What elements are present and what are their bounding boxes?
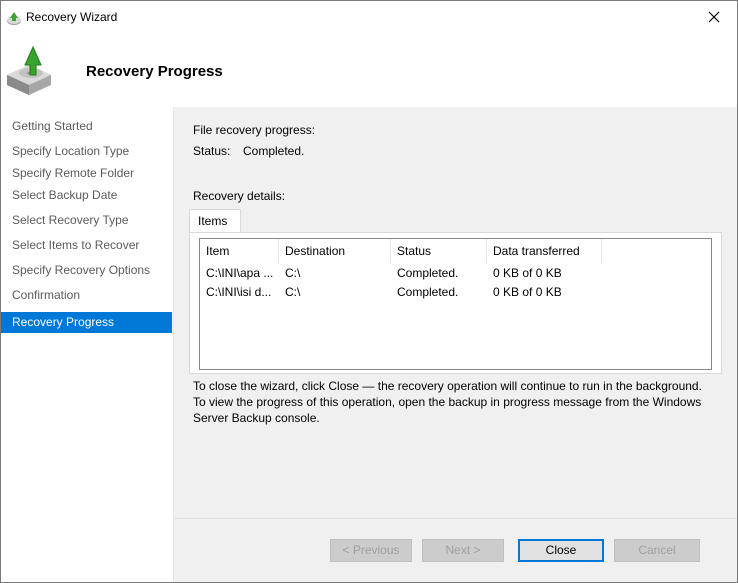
recovery-details-label: Recovery details:	[193, 189, 286, 203]
status-value: Completed.	[243, 144, 305, 158]
cell-data-transferred: 0 KB of 0 KB	[493, 285, 562, 299]
column-header-item[interactable]: Item	[200, 239, 279, 263]
window-title: Recovery Wizard	[26, 10, 118, 24]
note-line-3: Server Backup console.	[193, 411, 320, 425]
footer-divider	[174, 518, 737, 519]
cell-item: C:\INI\apa ...	[206, 266, 274, 280]
close-wizard-note: To close the wizard, click Close — the r…	[193, 378, 723, 426]
cell-destination: C:\	[285, 266, 301, 280]
backup-restore-icon	[5, 41, 53, 97]
step-specify-remote-folder: Specify Remote Folder	[12, 166, 135, 180]
step-select-backup-date: Select Backup Date	[12, 188, 118, 202]
items-list-view[interactable]: Item Destination Status Data transferred…	[199, 238, 712, 370]
table-row[interactable]: C:\INI\apa ... C:\ Completed. 0 KB of 0 …	[200, 264, 711, 283]
cancel-button[interactable]: Cancel	[614, 539, 700, 562]
note-line-2: To view the progress of this operation, …	[193, 395, 702, 409]
recovery-wizard-window: Recovery Wizard Recovery Progress Gettin…	[0, 0, 738, 583]
step-getting-started: Getting Started	[12, 119, 93, 133]
cell-destination: C:\	[285, 285, 301, 299]
cell-data-transferred: 0 KB of 0 KB	[493, 266, 562, 280]
note-line-1: To close the wizard, click Close — the r…	[193, 379, 702, 393]
wizard-content: File recovery progress: Status: Complete…	[174, 107, 737, 582]
title-bar: Recovery Wizard	[1, 1, 737, 33]
cell-status: Completed.	[397, 285, 459, 299]
step-select-recovery-type: Select Recovery Type	[12, 213, 129, 227]
backup-app-icon	[6, 10, 22, 26]
items-tab-panel: Item Destination Status Data transferred…	[189, 232, 722, 374]
step-recovery-progress: Recovery Progress	[1, 312, 172, 333]
close-icon	[708, 11, 720, 23]
list-header: Item Destination Status Data transferred	[200, 239, 711, 263]
column-header-destination[interactable]: Destination	[279, 239, 391, 263]
column-header-data-transferred[interactable]: Data transferred	[487, 239, 602, 263]
table-row[interactable]: C:\INI\isi d... C:\ Completed. 0 KB of 0…	[200, 283, 711, 302]
page-title: Recovery Progress	[86, 63, 223, 80]
step-specify-location-type: Specify Location Type	[12, 144, 130, 158]
next-button[interactable]: Next >	[422, 539, 504, 562]
cell-item: C:\INI\isi d...	[206, 285, 272, 299]
wizard-header: Recovery Progress	[1, 33, 737, 107]
wizard-steps-sidebar: Getting Started Specify Location Type Sp…	[1, 107, 174, 582]
file-recovery-progress-label: File recovery progress:	[193, 123, 316, 137]
column-header-status[interactable]: Status	[391, 239, 487, 263]
previous-button[interactable]: < Previous	[330, 539, 412, 562]
step-specify-recovery-options: Specify Recovery Options	[12, 263, 151, 277]
tab-items[interactable]: Items	[189, 209, 241, 233]
close-button[interactable]: Close	[518, 539, 604, 562]
close-window-button[interactable]	[691, 1, 737, 33]
step-confirmation: Confirmation	[12, 288, 81, 302]
cell-status: Completed.	[397, 266, 459, 280]
step-select-items-to-recover: Select Items to Recover	[12, 238, 140, 252]
status-label: Status:	[193, 144, 231, 158]
